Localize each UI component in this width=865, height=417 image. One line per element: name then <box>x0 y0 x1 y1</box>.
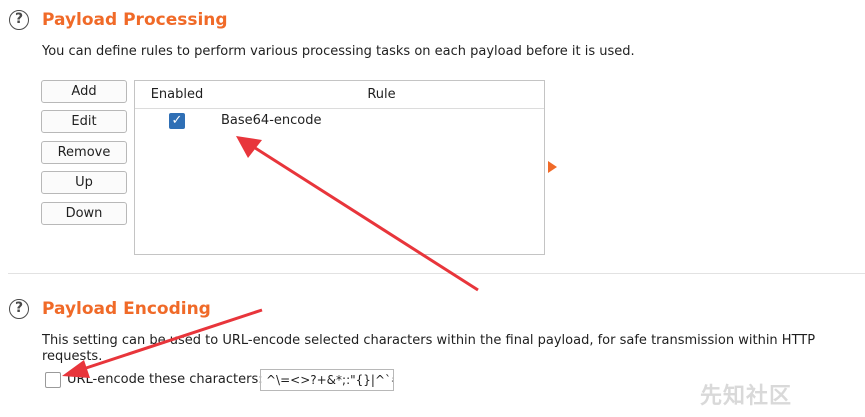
annotation-arrows <box>62 136 479 378</box>
annotation-arrow-line <box>79 308 263 372</box>
watermark: 先知社区 <box>700 384 793 409</box>
annotation-arrowhead <box>236 136 262 158</box>
annotation-arrow-line <box>251 144 479 292</box>
annotation-arrowhead <box>62 360 90 378</box>
